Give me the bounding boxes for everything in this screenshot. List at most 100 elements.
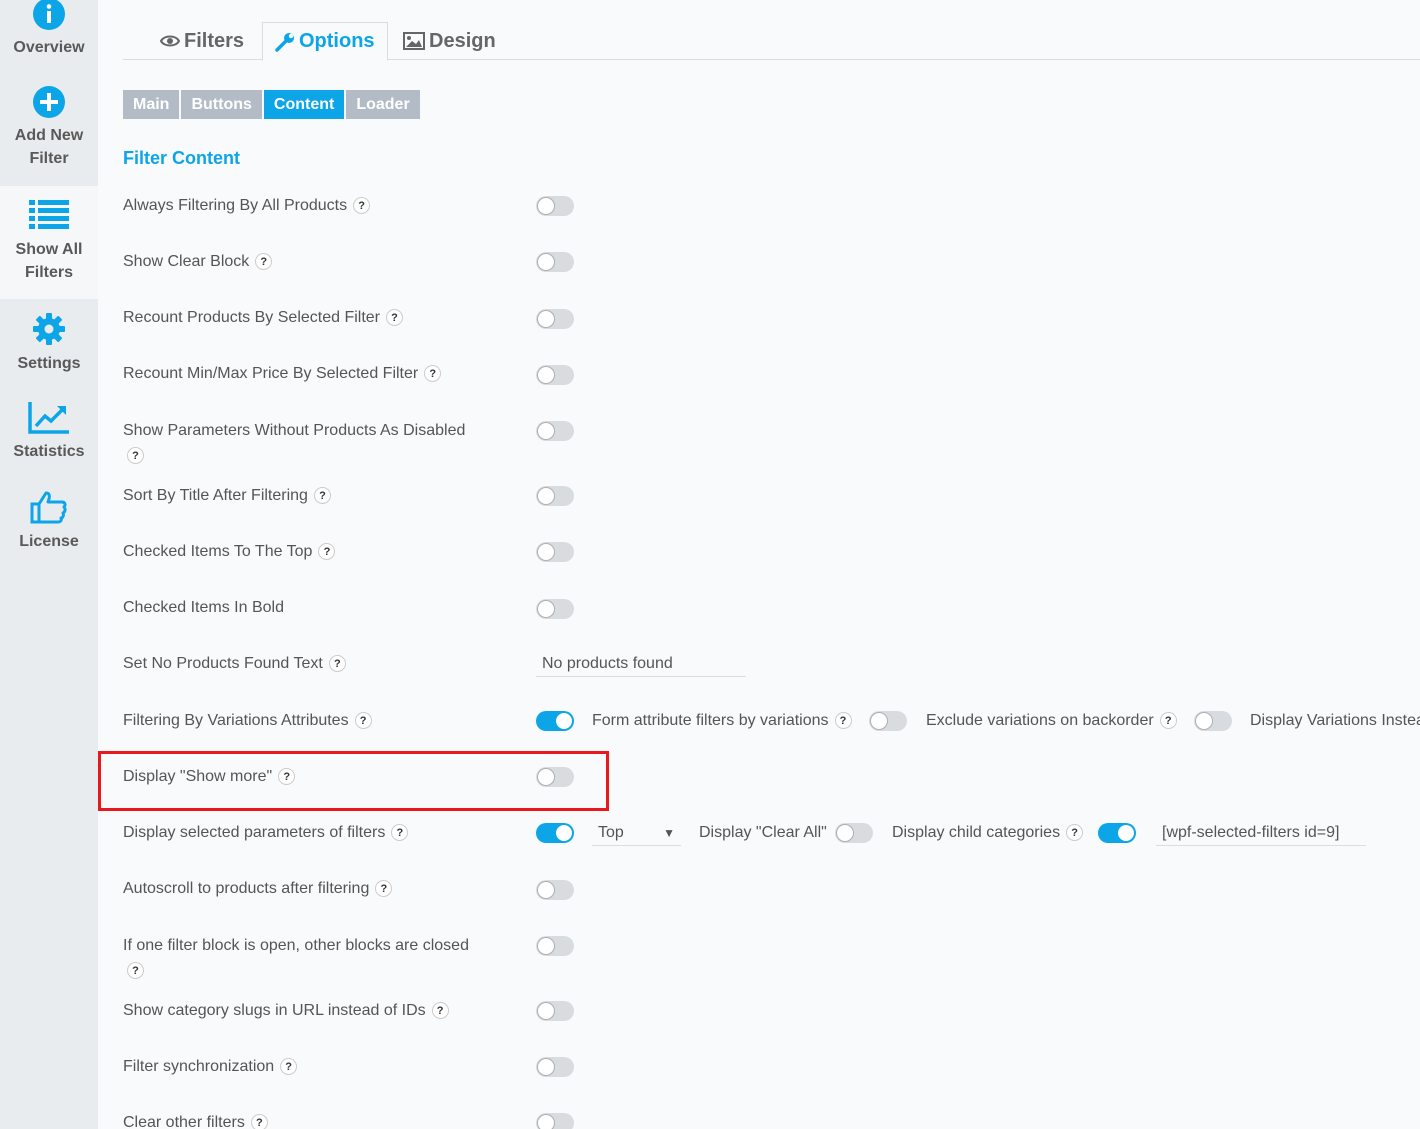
- main-panel: Filters Options Design Main Buttons Cont…: [98, 0, 1420, 1129]
- help-icon[interactable]: ?: [318, 543, 336, 561]
- help-icon[interactable]: ?: [280, 1058, 298, 1076]
- triangle-down-icon: ▼: [663, 825, 675, 840]
- help-icon[interactable]: ?: [424, 365, 442, 383]
- display-clear-all-toggle[interactable]: [835, 823, 873, 843]
- help-icon[interactable]: ?: [391, 824, 409, 842]
- sidebar-item-show-all-filters[interactable]: Show All Filters: [0, 186, 98, 299]
- show-clear-block-toggle[interactable]: [536, 252, 574, 272]
- chart-trend-icon: [28, 402, 69, 434]
- clear-other-filters-toggle[interactable]: [536, 1113, 574, 1129]
- show-params-disabled-toggle[interactable]: [536, 421, 574, 441]
- sub-tabs: Main Buttons Content Loader: [123, 90, 420, 119]
- shortcode-input[interactable]: [1156, 820, 1366, 846]
- help-icon[interactable]: ?: [1159, 712, 1177, 730]
- option-label: Sort By Title After Filtering?: [123, 484, 503, 508]
- option-label: Filtering By Variations Attributes?: [123, 709, 503, 733]
- sidebar-item-add-new-filter[interactable]: Add New Filter: [0, 86, 98, 184]
- option-label-text: Show Clear Block: [123, 253, 250, 270]
- category-slugs-toggle[interactable]: [536, 1001, 574, 1021]
- option-label: Checked Items In Bold: [123, 596, 503, 620]
- help-icon[interactable]: ?: [313, 487, 331, 505]
- sidebar-item-statistics[interactable]: Statistics: [0, 400, 98, 470]
- option-label: If one filter block is open, other block…: [123, 934, 503, 982]
- help-icon[interactable]: ?: [1066, 824, 1084, 842]
- help-icon[interactable]: ?: [386, 309, 404, 327]
- help-icon[interactable]: ?: [375, 880, 393, 898]
- display-selected-params-toggle[interactable]: [536, 823, 574, 843]
- sidebar-item-label: Overview: [13, 39, 85, 56]
- inline-label-text: Display child categories: [892, 824, 1061, 841]
- inline-label-text: Form attribute filters by variations: [592, 712, 829, 729]
- display-variations-label: Display Variations Instead of Products: [1250, 712, 1420, 729]
- plus-circle-icon: [33, 86, 65, 118]
- option-label-text: Sort By Title After Filtering: [123, 487, 308, 504]
- option-label-text: Show Parameters Without Products As Disa…: [123, 422, 466, 439]
- option-label: Display "Show more"?: [123, 765, 503, 789]
- sidebar-item-label: Statistics: [13, 443, 85, 460]
- exclude-backorder-label: Exclude variations on backorder?: [926, 709, 1177, 733]
- option-label-text: If one filter block is open, other block…: [123, 937, 469, 954]
- inline-label-text: Exclude variations on backorder: [926, 712, 1154, 729]
- option-label-text: Filtering By Variations Attributes: [123, 712, 349, 729]
- recount-minmax-toggle[interactable]: [536, 365, 574, 385]
- option-label: Clear other filters?: [123, 1111, 503, 1129]
- tab-filters[interactable]: Filters: [160, 22, 244, 60]
- option-label-text: Filter synchronization: [123, 1058, 275, 1075]
- help-icon[interactable]: ?: [431, 1002, 449, 1020]
- select-value: Top: [598, 823, 624, 841]
- sidebar-item-license[interactable]: License: [0, 490, 98, 560]
- one-block-open-toggle[interactable]: [536, 936, 574, 956]
- option-label: Recount Min/Max Price By Selected Filter…: [123, 362, 503, 386]
- checked-in-bold-toggle[interactable]: [536, 599, 574, 619]
- filtering-by-variations-toggle[interactable]: [536, 711, 574, 731]
- recount-products-toggle[interactable]: [536, 309, 574, 329]
- no-products-text-input[interactable]: [536, 651, 746, 677]
- display-clear-all-label: Display "Clear All": [699, 824, 827, 841]
- help-icon[interactable]: ?: [328, 655, 346, 673]
- sidebar-item-overview[interactable]: Overview: [0, 0, 98, 70]
- subtab-buttons[interactable]: Buttons: [181, 90, 262, 119]
- checked-to-top-toggle[interactable]: [536, 542, 574, 562]
- info-icon: [33, 0, 65, 30]
- option-label: Always Filtering By All Products?: [123, 194, 503, 218]
- help-icon[interactable]: ?: [353, 197, 371, 215]
- always-filtering-toggle[interactable]: [536, 196, 574, 216]
- help-icon[interactable]: ?: [354, 712, 372, 730]
- option-label-text: Show category slugs in URL instead of ID…: [123, 1002, 426, 1019]
- sidebar-item-label: Settings: [17, 355, 81, 372]
- option-label: Show Clear Block?: [123, 250, 503, 274]
- subtab-content[interactable]: Content: [263, 90, 345, 119]
- display-show-more-toggle[interactable]: [536, 767, 574, 787]
- list-icon: [29, 200, 69, 229]
- subtab-main[interactable]: Main: [123, 90, 180, 119]
- help-icon[interactable]: ?: [127, 962, 144, 980]
- help-icon[interactable]: ?: [834, 712, 852, 730]
- exclude-backorder-toggle[interactable]: [1194, 711, 1232, 731]
- option-label-text: Autoscroll to products after filtering: [123, 880, 370, 897]
- eye-icon: [160, 35, 180, 47]
- option-label: Set No Products Found Text?: [123, 652, 503, 676]
- wrench-icon: [275, 32, 294, 52]
- help-icon[interactable]: ?: [250, 1114, 268, 1129]
- position-select[interactable]: Top ▼: [592, 820, 681, 846]
- display-child-categories-toggle[interactable]: [1098, 823, 1136, 843]
- option-label: Recount Products By Selected Filter?: [123, 306, 503, 330]
- option-label: Autoscroll to products after filtering?: [123, 877, 503, 901]
- tab-label: Options: [299, 30, 375, 52]
- autoscroll-toggle[interactable]: [536, 880, 574, 900]
- form-attribute-filters-toggle[interactable]: [869, 711, 907, 731]
- option-label-text: Always Filtering By All Products: [123, 197, 348, 214]
- option-label-text: Display selected parameters of filters: [123, 824, 386, 841]
- help-icon[interactable]: ?: [278, 768, 296, 786]
- tab-design[interactable]: Design: [403, 22, 496, 60]
- sidebar-item-label: License: [19, 533, 79, 550]
- sidebar-item-settings[interactable]: Settings: [0, 312, 98, 382]
- display-child-categories-label: Display child categories?: [892, 821, 1084, 845]
- help-icon[interactable]: ?: [127, 447, 144, 465]
- filter-sync-toggle[interactable]: [536, 1057, 574, 1077]
- tab-options[interactable]: Options: [262, 22, 388, 61]
- help-icon[interactable]: ?: [255, 253, 273, 271]
- subtab-loader[interactable]: Loader: [346, 90, 420, 119]
- option-label-text: Recount Min/Max Price By Selected Filter: [123, 365, 419, 382]
- sort-by-title-toggle[interactable]: [536, 486, 574, 506]
